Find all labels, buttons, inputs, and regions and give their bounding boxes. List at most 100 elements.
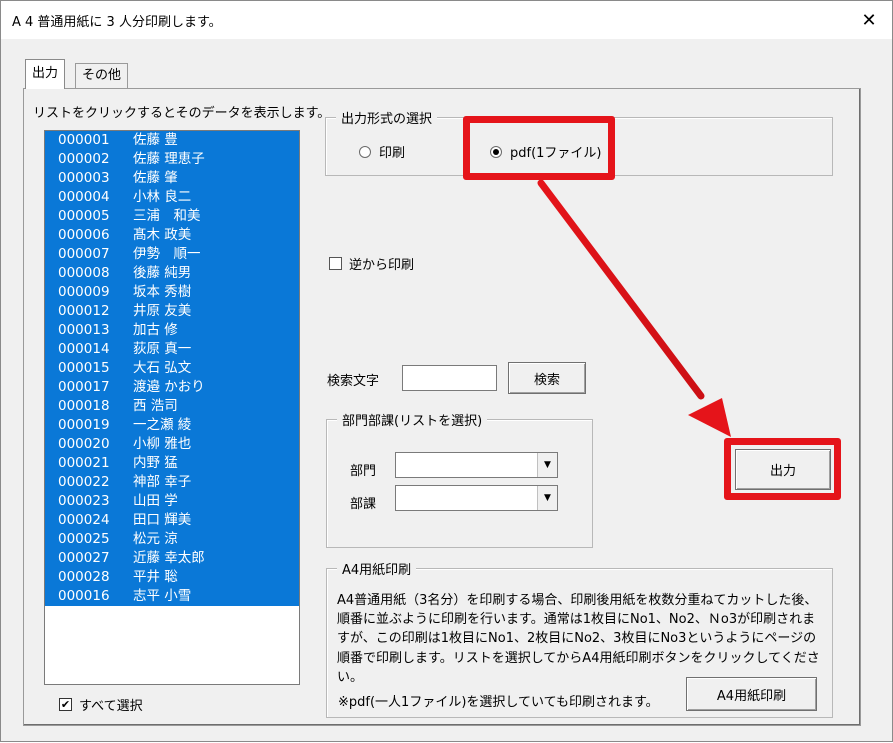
list-item-code: 000006 [58,227,110,243]
list-item-code: 000023 [58,493,110,509]
list-item-code: 000013 [58,322,110,338]
tab-output[interactable]: 出力 [25,59,66,89]
list-item[interactable]: 000016 志平 小雪 [45,587,299,606]
division-label: 部門 [350,464,377,479]
radio-print-label: 印刷 [379,146,406,161]
list-item-name: 西 浩司 [133,398,178,414]
list-item-name: 近藤 幸太郎 [133,550,205,566]
radio-print[interactable]: 印刷 [359,142,405,161]
list-item[interactable]: 000002 佐藤 理恵子 [45,150,299,169]
output-button[interactable]: 出力 [735,449,831,490]
list-item[interactable]: 000004 小林 良二 [45,188,299,207]
reverse-print-label: 逆から印刷 [349,258,415,273]
employee-listbox[interactable]: 000001 佐藤 豊 000002 佐藤 理恵子 000003 佐藤 肇 000004 小林… [44,130,300,685]
list-item-code: 000005 [58,208,110,224]
list-item-name: 後藤 純男 [133,265,192,281]
list-item-name: 三浦 和美 [133,208,201,224]
a4-print-note: ※pdf(一人1ファイル)を選択していても印刷されます。 [338,695,659,710]
list-item-code: 000022 [58,474,110,490]
select-all-check-icon: ✔ [59,698,72,711]
list-item-code: 000024 [58,512,110,528]
list-item[interactable]: 000018 西 浩司 [45,397,299,416]
list-item-name: 渡邉 かおり [133,379,205,395]
list-item[interactable]: 000005 三浦 和美 [45,207,299,226]
list-item-name: 小柳 雅也 [133,436,192,452]
list-item-code: 000004 [58,189,110,205]
list-item-name: 一之瀬 綾 [133,417,192,433]
list-item[interactable]: 000022 神部 幸子 [45,473,299,492]
list-item-name: 荻原 真一 [133,341,192,357]
list-item[interactable]: 000020 小柳 雅也 [45,435,299,454]
list-item-code: 000019 [58,417,110,433]
a4-print-description: A4普通用紙（3名分）を印刷する場合、印刷後用紙を枚数分重ねてカットした後、順番… [337,593,820,685]
search-input[interactable] [402,365,497,391]
list-item[interactable]: 000001 佐藤 豊 [45,131,299,150]
list-item[interactable]: 000024 田口 輝美 [45,511,299,530]
dialog-window: A 4 普通用紙に 3 人分印刷します。 ✕ 出力 その他 リストをクリックする… [0,0,893,742]
list-item[interactable]: 000003 佐藤 肇 [45,169,299,188]
list-item-code: 000021 [58,455,110,471]
reverse-print-checkbox[interactable]: 逆から印刷 [329,254,414,273]
list-item-code: 000028 [58,569,110,585]
close-icon: ✕ [861,9,877,31]
section-combobox[interactable]: ▼ [395,485,558,511]
list-item-name: 坂本 秀樹 [133,284,192,300]
select-all-label: すべて選択 [79,699,143,714]
list-item[interactable]: 000019 一之瀬 綾 [45,416,299,435]
list-item[interactable]: 000027 近藤 幸太郎 [45,549,299,568]
division-combobox[interactable]: ▼ [395,452,558,478]
list-item-name: 松元 涼 [133,531,178,547]
list-item-name: 加古 修 [133,322,178,338]
department-legend: 部門部課(リストを選択) [337,410,488,429]
list-caption: リストをクリックするとそのデータを表示します。 [33,106,331,121]
list-item[interactable]: 000021 内野 猛 [45,454,299,473]
list-item-name: 田口 輝美 [133,512,192,528]
list-item-name: 平井 聡 [133,569,178,585]
list-item-code: 000020 [58,436,110,452]
list-item[interactable]: 000025 松元 涼 [45,530,299,549]
list-item-name: 大石 弘文 [133,360,192,376]
list-item-code: 000018 [58,398,110,414]
list-item-code: 000027 [58,550,110,566]
close-button[interactable]: ✕ [846,1,892,39]
list-item[interactable]: 000028 平井 聡 [45,568,299,587]
list-item-name: 山田 学 [133,493,178,509]
list-item-code: 000017 [58,379,110,395]
list-item-name: 伊勢 順一 [133,246,201,262]
list-item[interactable]: 000007 伊勢 順一 [45,245,299,264]
select-all-checkbox[interactable]: ✔ すべて選択 [59,695,143,714]
list-item[interactable]: 000017 渡邉 かおり [45,378,299,397]
list-item-code: 000015 [58,360,110,376]
list-item[interactable]: 000013 加古 修 [45,321,299,340]
list-item-code: 000003 [58,170,110,186]
list-item-name: 小林 良二 [133,189,192,205]
chevron-down-icon[interactable]: ▼ [537,486,557,510]
radio-pdf-icon [490,145,502,158]
list-item-code: 000025 [58,531,110,547]
list-item-code: 000012 [58,303,110,319]
list-item[interactable]: 000023 山田 学 [45,492,299,511]
list-item-name: 佐藤 豊 [133,132,178,148]
chevron-down-icon[interactable]: ▼ [537,453,557,477]
list-item-code: 000002 [58,151,110,167]
list-item[interactable]: 000006 髙木 政美 [45,226,299,245]
list-item-name: 志平 小雪 [133,588,192,604]
department-group: 部門部課(リストを選択) [326,410,593,548]
reverse-print-check-icon [329,257,342,270]
a4-print-legend: A4用紙印刷 [337,559,417,578]
search-button[interactable]: 検索 [508,362,586,394]
list-item-name: 髙木 政美 [133,227,192,243]
search-label: 検索文字 [327,374,380,389]
tab-other[interactable]: その他 [75,63,129,88]
window-title: A 4 普通用紙に 3 人分印刷します。 [12,15,222,30]
list-item-code: 000008 [58,265,110,281]
a4-print-button[interactable]: A4用紙印刷 [686,677,817,711]
list-item[interactable]: 000015 大石 弘文 [45,359,299,378]
list-item-code: 000007 [58,246,110,262]
radio-pdf[interactable]: pdf(1ファイル) [490,142,602,161]
list-item[interactable]: 000009 坂本 秀樹 [45,283,299,302]
list-item[interactable]: 000008 後藤 純男 [45,264,299,283]
list-item-name: 佐藤 肇 [133,170,178,186]
list-item[interactable]: 000014 荻原 真一 [45,340,299,359]
list-item[interactable]: 000012 井原 友美 [45,302,299,321]
